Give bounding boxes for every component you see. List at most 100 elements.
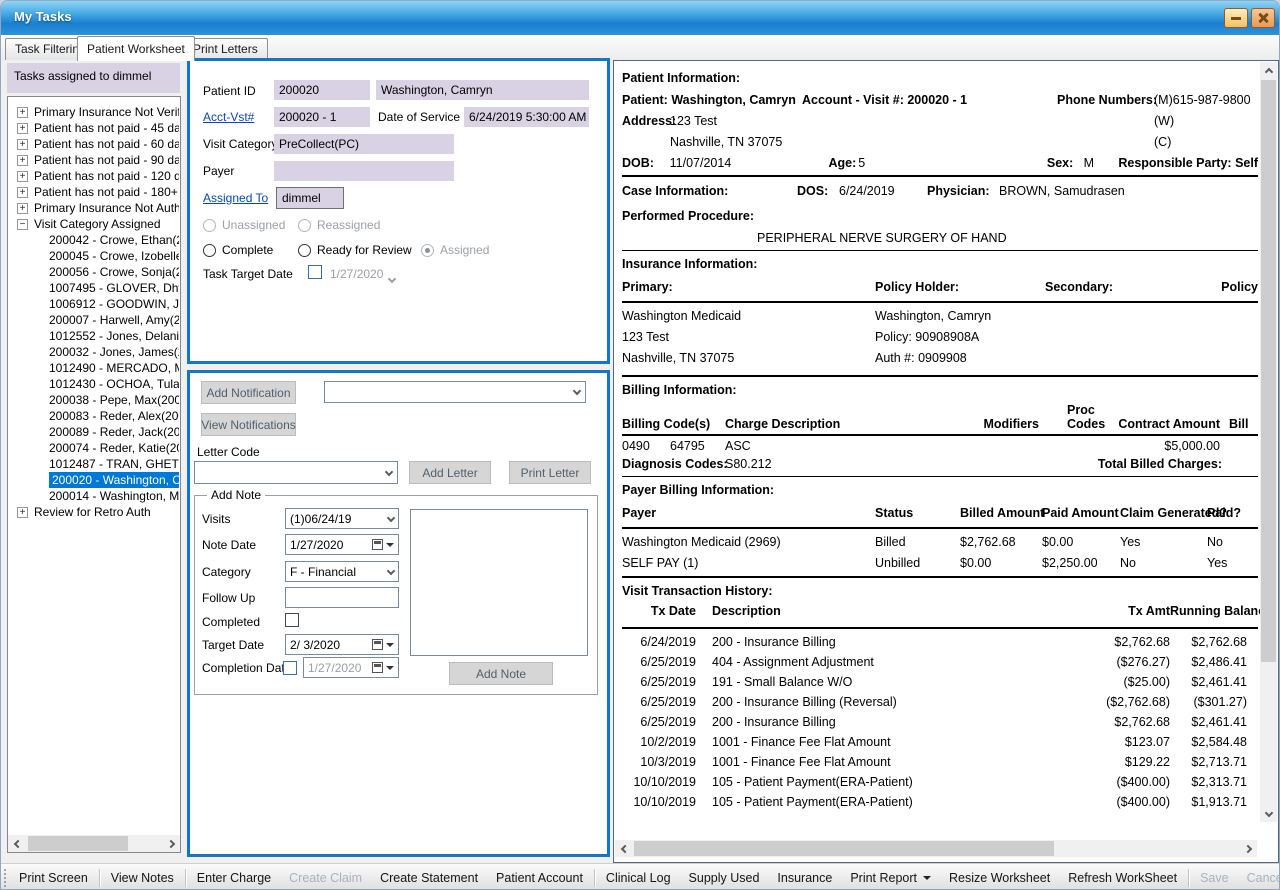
tree-item[interactable]: + Patient has not paid - 180+ days [11, 184, 179, 200]
tree-item[interactable]: −Visit Category Assigned [11, 216, 179, 232]
tree-item-label[interactable]: 200083 - Reder, Alex(200 [49, 408, 179, 424]
radio-reassigned[interactable]: Reassigned [298, 218, 380, 232]
task-target-date-value[interactable]: 1/27/2020 [330, 267, 383, 281]
tree-item[interactable]: 200083 - Reder, Alex(200 [11, 408, 179, 424]
supply-used-button[interactable]: Supply Used [680, 867, 769, 889]
view-notes-button[interactable]: View Notes [102, 867, 183, 889]
tree-item[interactable]: + Patient has not paid - 120 days [11, 168, 179, 184]
tree-item[interactable]: 1012552 - Jones, Delanie( [11, 328, 179, 344]
worksheet-horizontal-scrollbar[interactable] [615, 840, 1257, 857]
task-target-date-checkbox[interactable] [308, 265, 322, 279]
tab-patient-worksheet[interactable]: Patient Worksheet [77, 36, 195, 61]
tree-expander-icon[interactable]: + [17, 155, 28, 166]
scroll-right-icon[interactable] [1240, 840, 1257, 857]
vertical-scroll-thumb[interactable] [1261, 80, 1276, 662]
tree-item-label[interactable]: Patient has not paid - 90 days [34, 152, 179, 168]
tree-item-label[interactable]: Patient has not paid - 45 days [34, 120, 179, 136]
tree-item-label[interactable]: 200042 - Crowe, Ethan(200 [49, 232, 179, 248]
horizontal-scroll-thumb[interactable] [634, 841, 1054, 856]
patient-account-button[interactable]: Patient Account [487, 867, 592, 889]
acct-vst-link[interactable]: Acct-Vst# [203, 110, 254, 124]
tree-item[interactable]: 1012430 - OCHOA, Tula(1 [11, 376, 179, 392]
insurance-button[interactable]: Insurance [768, 867, 841, 889]
tree-expander-icon[interactable]: + [17, 139, 28, 150]
task-target-date-dropdown-icon[interactable] [389, 271, 395, 289]
notification-combobox[interactable] [324, 381, 586, 403]
tree-item[interactable]: 200014 - Washington, Ma [11, 488, 179, 504]
tree-item-label[interactable]: Patient has not paid - 60 days [34, 136, 179, 152]
tree-item-label[interactable]: Patient has not paid - 180+ days [34, 184, 179, 200]
tree-item-label[interactable]: 200056 - Crowe, Sonja(200 [49, 264, 179, 280]
tree-item[interactable]: 200089 - Reder, Jack(200 [11, 424, 179, 440]
tree-item-label[interactable]: 200014 - Washington, Ma [49, 488, 179, 504]
tree-item-label[interactable]: 1006912 - GOODWIN, Jas [49, 296, 179, 312]
add-notification-button[interactable]: Add Notification [201, 381, 296, 404]
scroll-right-icon[interactable] [163, 835, 180, 852]
tree-expander-icon[interactable]: + [17, 507, 28, 518]
tree-item[interactable]: 200020 - Washington, Car [11, 472, 179, 488]
category-combobox[interactable]: F - Financial [285, 561, 399, 582]
tree-item-label[interactable]: 1012490 - MERCADO, MA [49, 360, 179, 376]
tree-expander-icon[interactable]: + [17, 171, 28, 182]
cancel-button[interactable]: Cancel [1238, 867, 1280, 889]
tree-item[interactable]: + Patient has not paid - 90 days [11, 152, 179, 168]
follow-up-input[interactable] [285, 587, 399, 608]
tab-print-letters[interactable]: Print Letters [183, 38, 268, 60]
close-button[interactable] [1251, 8, 1275, 28]
add-note-button[interactable]: Add Note [449, 662, 553, 685]
letter-code-combobox[interactable] [194, 461, 398, 484]
tree-item[interactable]: 200045 - Crowe, Izobelle(2 [11, 248, 179, 264]
tree-item-label[interactable]: 1012552 - Jones, Delanie( [49, 328, 179, 344]
completion-date-picker[interactable]: 1/27/2020 [303, 657, 399, 678]
tree-item[interactable]: 200074 - Reder, Katie(200 [11, 440, 179, 456]
visits-combobox[interactable]: (1)06/24/19 [285, 508, 399, 529]
tree-scroll-thumb[interactable] [28, 836, 128, 851]
visit-category-field[interactable]: PreCollect(PC) [274, 134, 454, 154]
tree-item-label[interactable]: Visit Category Assigned [34, 216, 161, 232]
tree-item-label[interactable]: 200038 - Pepe, Max(2000 [49, 392, 179, 408]
print-screen-button[interactable]: Print Screen [10, 867, 97, 889]
tree-item-label[interactable]: Patient has not paid - 120 days [34, 168, 179, 184]
date-of-service-field[interactable]: 6/24/2019 5:30:00 AM [464, 107, 589, 127]
enter-charge-button[interactable]: Enter Charge [188, 867, 280, 889]
tree-item[interactable]: 1012487 - TRAN, GHET(1 [11, 456, 179, 472]
note-text-area[interactable] [410, 509, 588, 656]
scroll-down-icon[interactable] [1260, 805, 1277, 822]
tree-item-label[interactable]: 200020 - Washington, Car [49, 472, 179, 488]
tree-item-label[interactable]: 200032 - Jones, James(20 [49, 344, 179, 360]
refresh-worksheet-button[interactable]: Refresh WorkSheet [1059, 867, 1186, 889]
tree-item[interactable]: 1007495 - GLOVER, Dhya [11, 280, 179, 296]
radio-ready-for-review[interactable]: Ready for Review [298, 243, 412, 257]
patient-name-field[interactable]: Washington, Camryn [376, 80, 589, 100]
tree-item[interactable]: 200042 - Crowe, Ethan(200 [11, 232, 179, 248]
tree-item[interactable]: + Patient has not paid - 45 days [11, 120, 179, 136]
tree-item-label[interactable]: Primary Insurance Not Authorized [34, 200, 179, 216]
tree-item[interactable]: + Patient has not paid - 60 days [11, 136, 179, 152]
tree-expander-icon[interactable]: + [17, 203, 28, 214]
tree-expander-icon[interactable]: − [17, 219, 28, 230]
tree-expander-icon[interactable]: + [17, 123, 28, 134]
scroll-up-icon[interactable] [1260, 62, 1277, 79]
clinical-log-button[interactable]: Clinical Log [597, 867, 680, 889]
tree-expander-icon[interactable]: + [17, 187, 28, 198]
tree-item-label[interactable]: 200045 - Crowe, Izobelle(2 [49, 248, 179, 264]
tree-expander-icon[interactable]: + [17, 107, 28, 118]
assigned-to-field[interactable]: dimmel [276, 187, 344, 209]
tree-item-label[interactable]: Review for Retro Auth [34, 504, 151, 520]
tree-item[interactable]: 200056 - Crowe, Sonja(200 [11, 264, 179, 280]
create-statement-button[interactable]: Create Statement [371, 867, 487, 889]
assigned-to-link[interactable]: Assigned To [203, 191, 268, 205]
print-letter-button[interactable]: Print Letter [509, 461, 591, 484]
tree-item-label[interactable]: 1007495 - GLOVER, Dhya [49, 280, 179, 296]
tree-item-label[interactable]: 1012430 - OCHOA, Tula(1 [49, 376, 179, 392]
tree-horizontal-scrollbar[interactable] [8, 835, 180, 852]
scroll-left-icon[interactable] [615, 840, 632, 857]
tree-item[interactable]: 200038 - Pepe, Max(2000 [11, 392, 179, 408]
add-letter-button[interactable]: Add Letter [409, 461, 491, 484]
save-button[interactable]: Save [1191, 867, 1238, 889]
tree-item-label[interactable]: 200074 - Reder, Katie(200 [49, 440, 179, 456]
view-notifications-button[interactable]: View Notifications [201, 413, 296, 436]
acct-vst-field[interactable]: 200020 - 1 [274, 107, 370, 127]
tree-item-label[interactable]: 1012487 - TRAN, GHET(1 [49, 456, 179, 472]
payer-field[interactable] [274, 161, 454, 181]
